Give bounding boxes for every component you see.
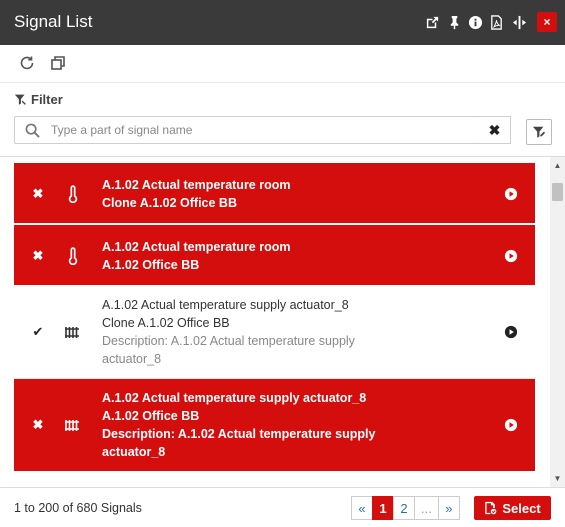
signal-count: 1 to 200 of 680 Signals [14,501,142,515]
page-2-button[interactable]: 2 [393,496,415,520]
play-circle-icon[interactable] [504,418,518,432]
next-page-button[interactable]: » [437,496,460,520]
signal-location: Clone A.1.02 Office BB [102,196,237,210]
signal-name: A.1.02 Actual temperature supply actuato… [102,391,367,405]
footer: 1 to 200 of 680 Signals « 1 2 ... » Sele… [0,487,565,527]
filter-icon [14,94,26,105]
pagination: « 1 2 ... » [351,496,460,520]
play-circle-icon[interactable] [504,325,518,339]
signal-location: A.1.02 Office BB [102,409,200,423]
thermometer-icon [68,247,78,265]
thermometer-icon [68,185,78,203]
select-button-label: Select [502,500,541,516]
radiator-icon [65,327,79,338]
list-scrollbar[interactable]: ▲ ▼ [550,157,565,487]
search-field [14,116,480,144]
cross-icon[interactable]: ✖ [31,248,45,263]
signal-list: ✖ A.1.02 Actual temperature room Clone A… [14,163,535,473]
clear-search-button[interactable]: ✖ [479,116,511,144]
signal-name: A.1.02 Actual temperature supply actuato… [102,298,349,312]
check-icon[interactable]: ✔ [31,324,45,339]
close-button[interactable]: × [537,12,557,32]
toolbar [0,45,565,83]
signal-row[interactable]: ✖ A.1.02 Actual temperature room A.1.02 … [14,225,535,287]
page-ellipsis: ... [414,496,439,520]
refresh-icon[interactable] [19,55,37,73]
pdf-file-icon[interactable] [488,13,504,31]
signal-list-container: ✖ A.1.02 Actual temperature room Clone A… [0,156,565,487]
window-title: Signal List [14,12,93,31]
window-titlebar: Signal List × [0,0,565,45]
signal-row[interactable]: ✖ A.1.02 Actual temperature supply actua… [14,379,535,473]
filter-header: Filter [14,92,63,107]
clone-icon[interactable] [50,55,68,73]
scroll-up-arrow-icon[interactable]: ▲ [552,161,563,171]
play-circle-icon[interactable] [504,187,518,201]
signal-description: Description: A.1.02 Actual temperature s… [102,334,355,348]
signal-description-cont: actuator_8 [102,352,162,366]
filter-label: Filter [31,92,63,107]
signal-name: A.1.02 Actual temperature room [102,178,291,192]
advanced-filter-button[interactable] [526,119,552,145]
signal-location: Clone A.1.02 Office BB [102,316,230,330]
select-button[interactable]: Select [474,496,551,520]
signal-location: A.1.02 Office BB [102,258,200,272]
select-file-icon [485,501,497,515]
search-input[interactable] [51,120,471,140]
filter-edit-icon [532,126,546,138]
radiator-icon [65,420,79,431]
info-icon[interactable] [467,13,483,31]
pin-icon[interactable] [446,13,462,31]
play-circle-icon[interactable] [504,249,518,263]
scroll-down-arrow-icon[interactable]: ▼ [552,474,563,484]
signal-row[interactable]: ✖ A.1.02 Actual temperature room Clone A… [14,163,535,225]
cross-icon[interactable]: ✖ [31,417,45,432]
signal-description: Description: A.1.02 Actual temperature s… [102,427,376,441]
search-icon [25,123,40,138]
resize-width-icon[interactable] [511,13,527,31]
signal-description-cont: actuator_8 [102,445,166,459]
signal-row[interactable]: ✔ A.1.02 Actual temperature supply actua… [14,287,535,379]
cross-icon[interactable]: ✖ [31,186,45,201]
signal-name: A.1.02 Actual temperature room [102,240,291,254]
scrollbar-thumb[interactable] [552,183,563,201]
prev-page-button[interactable]: « [351,496,373,520]
page-1-button[interactable]: 1 [372,496,394,520]
external-link-icon[interactable] [424,13,440,31]
